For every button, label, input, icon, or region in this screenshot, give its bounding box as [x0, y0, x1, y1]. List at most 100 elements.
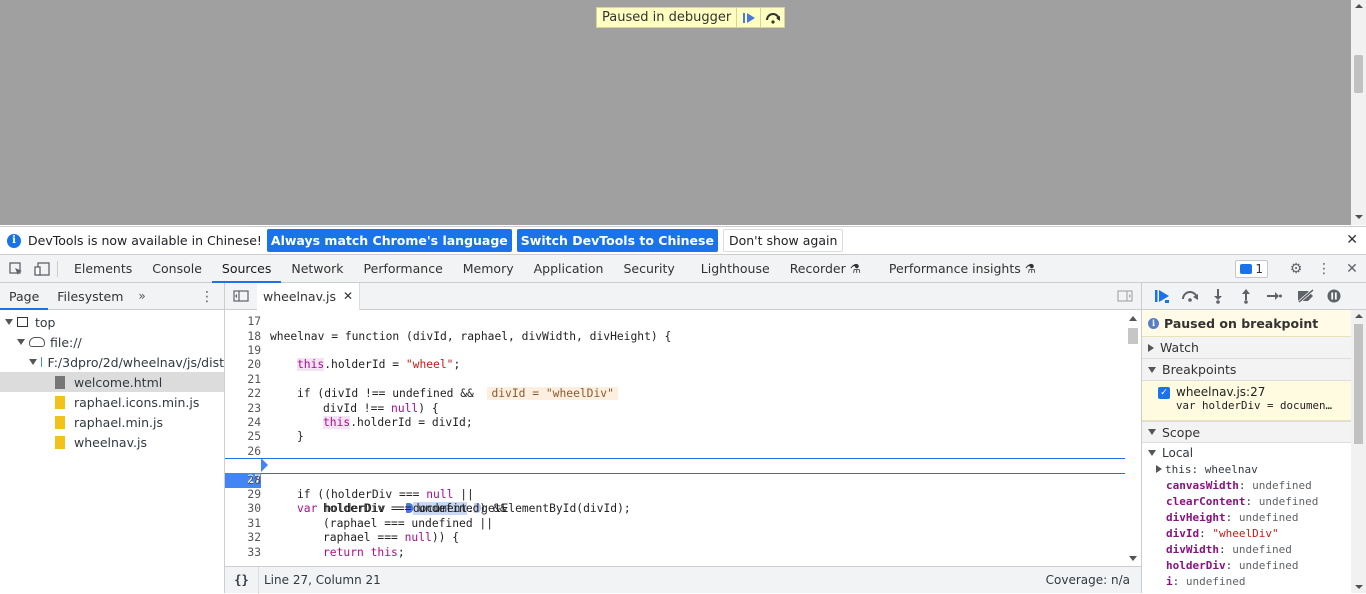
navigator-menu-icon[interactable]: ⋮ [200, 289, 214, 305]
tab-console[interactable]: Console [142, 255, 212, 283]
code-line[interactable]: 22 if (divId !== undefined && divId = "wh… [225, 387, 1125, 401]
scroll-up-arrow-icon[interactable] [1129, 316, 1137, 321]
scroll-up-arrow-icon[interactable] [1355, 4, 1363, 8]
tree-item-folder[interactable]: F:/3dpro/2d/wheelnav/js/dist [0, 352, 224, 372]
debugger-scroll-thumb[interactable] [1354, 324, 1363, 444]
line-number[interactable]: 31 [225, 517, 261, 531]
code-line[interactable]: 18 wheelnav = function (divId, raphael, d… [225, 330, 1125, 344]
scroll-up-arrow-icon[interactable] [1355, 314, 1363, 318]
pause-on-exceptions-button[interactable] [1320, 283, 1348, 310]
code-line[interactable]: 25} [225, 430, 1125, 444]
tree-item-top[interactable]: top [0, 312, 224, 332]
tab-application[interactable]: Application [524, 255, 614, 283]
code-line[interactable]: 31 (raphael === undefined || [225, 517, 1125, 531]
line-number[interactable]: 29 [225, 488, 261, 502]
tree-item-file[interactable]: raphael.min.js [0, 412, 224, 432]
code-line[interactable]: 19 [225, 344, 1125, 358]
line-number[interactable]: 30 [225, 502, 261, 516]
line-number[interactable]: 24 [225, 416, 261, 430]
scope-variable-row[interactable]: divHeight: undefined [1142, 510, 1366, 526]
breakpoint-item[interactable]: ✓ wheelnav.js:27 var holderDiv = documen… [1142, 381, 1366, 421]
step-over-overlay-button[interactable] [760, 8, 784, 27]
code-line[interactable]: 33 return this; [225, 546, 1125, 560]
scope-variable-row[interactable]: clearContent: undefined [1142, 494, 1366, 510]
deactivate-breakpoints-button[interactable] [1292, 283, 1320, 310]
expand-arrow-icon[interactable] [1148, 366, 1156, 373]
scope-variable-row[interactable]: holderDiv: undefined [1142, 558, 1366, 574]
code-line[interactable]: 20 this.holderId = "wheel"; [225, 358, 1125, 372]
pretty-print-button[interactable]: {} [225, 566, 259, 594]
breakpoint-checkbox[interactable]: ✓ [1158, 387, 1170, 399]
scroll-down-arrow-icon[interactable] [1355, 585, 1363, 589]
scope-variable-row[interactable]: i: undefined [1142, 574, 1366, 590]
tree-item-file[interactable]: wheelnav.js [0, 432, 224, 452]
breakpoints-section-header[interactable]: Breakpoints [1142, 359, 1366, 381]
scope-variable-row[interactable]: canvasWidth: undefined [1142, 478, 1366, 494]
more-options-icon[interactable]: ⋮ [1310, 255, 1338, 283]
page-scroll-thumb[interactable] [1354, 55, 1363, 93]
resume-button[interactable] [1148, 283, 1176, 310]
code-line[interactable]: 28 [225, 474, 1125, 488]
editor-file-tab[interactable]: wheelnav.js ✕ [257, 282, 361, 310]
close-tab-icon[interactable]: ✕ [343, 283, 353, 310]
code-line[interactable]: 24 this.holderId = divId; [225, 416, 1125, 430]
line-number[interactable]: 25 [225, 430, 261, 444]
device-toolbar-icon[interactable] [29, 255, 55, 283]
more-tabs-chevron-icon[interactable]: » [132, 289, 151, 303]
tab-security[interactable]: Security [613, 255, 684, 283]
expand-arrow-icon[interactable] [1148, 429, 1156, 435]
dont-show-again-button[interactable]: Don't show again [722, 229, 844, 252]
toggle-debugger-icon[interactable] [1117, 290, 1133, 305]
line-number[interactable]: 22 [225, 387, 261, 401]
step-into-button[interactable] [1204, 283, 1232, 310]
code-line-breakpoint[interactable]: 27 var holderDiv = document. getElementBy… [225, 458, 1125, 516]
local-scope-header[interactable]: Local [1142, 443, 1366, 462]
line-number[interactable]: 21 [225, 373, 261, 387]
tab-memory[interactable]: Memory [453, 255, 524, 283]
line-number[interactable]: 19 [225, 344, 261, 358]
line-number[interactable]: 18 [225, 330, 261, 344]
resume-overlay-button[interactable] [736, 8, 760, 27]
code-line[interactable]: 30 holderDiv === undefined) && [225, 502, 1125, 516]
code-scroll-thumb[interactable] [1128, 328, 1138, 344]
switch-to-chinese-button[interactable]: Switch DevTools to Chinese [516, 229, 718, 252]
tab-elements[interactable]: Elements [64, 255, 142, 283]
code-line[interactable]: 23 divId !== null) { [225, 402, 1125, 416]
expand-arrow-icon[interactable] [1148, 449, 1156, 456]
code-line[interactable]: 21 [225, 373, 1125, 387]
always-match-language-button[interactable]: Always match Chrome's language [266, 229, 512, 252]
expand-arrow-icon[interactable] [29, 359, 37, 365]
code-line[interactable]: 32 raphael === null)) { [225, 531, 1125, 545]
close-icon[interactable]: ✕ [1346, 232, 1358, 248]
inspect-element-icon[interactable] [3, 255, 29, 283]
code-line[interactable]: 17 [225, 315, 1125, 329]
settings-gear-icon[interactable]: ⚙ [1282, 255, 1310, 283]
tab-network[interactable]: Network [281, 255, 353, 283]
tree-item-file[interactable]: welcome.html [0, 372, 224, 392]
expand-arrow-icon[interactable] [17, 339, 25, 345]
tab-performance[interactable]: Performance [354, 255, 453, 283]
watch-section-header[interactable]: Watch [1142, 337, 1366, 359]
line-number[interactable]: 20 [225, 358, 261, 372]
scope-variable-row[interactable]: divId: "wheelDiv" [1142, 526, 1366, 542]
debugger-scrollbar[interactable] [1351, 310, 1366, 593]
expand-arrow-icon[interactable] [5, 319, 13, 325]
step-out-button[interactable] [1232, 283, 1260, 310]
tab-performance-insights[interactable]: Performance insights ⚗ [879, 255, 1046, 283]
scope-variable-row[interactable]: this: wheelnav [1142, 462, 1366, 478]
issues-counter-button[interactable]: 1 [1235, 260, 1268, 278]
scope-variable-row[interactable]: divWidth: undefined [1142, 542, 1366, 558]
scroll-down-arrow-icon[interactable] [1355, 215, 1363, 219]
step-over-button[interactable] [1176, 283, 1204, 310]
collapse-arrow-icon[interactable] [1148, 343, 1154, 352]
line-number[interactable]: 23 [225, 402, 261, 416]
line-number[interactable]: 32 [225, 531, 261, 545]
step-button[interactable] [1260, 283, 1288, 310]
tab-page[interactable]: Page [0, 283, 49, 310]
code-scrollbar[interactable] [1125, 310, 1141, 566]
code-line[interactable]: 29 if ((holderDiv === null || [225, 488, 1125, 502]
tab-recorder[interactable]: Recorder ⚗ [780, 255, 865, 283]
expand-object-icon[interactable] [1156, 465, 1162, 473]
line-number[interactable]: 17 [225, 315, 261, 329]
tab-sources[interactable]: Sources [211, 255, 282, 283]
